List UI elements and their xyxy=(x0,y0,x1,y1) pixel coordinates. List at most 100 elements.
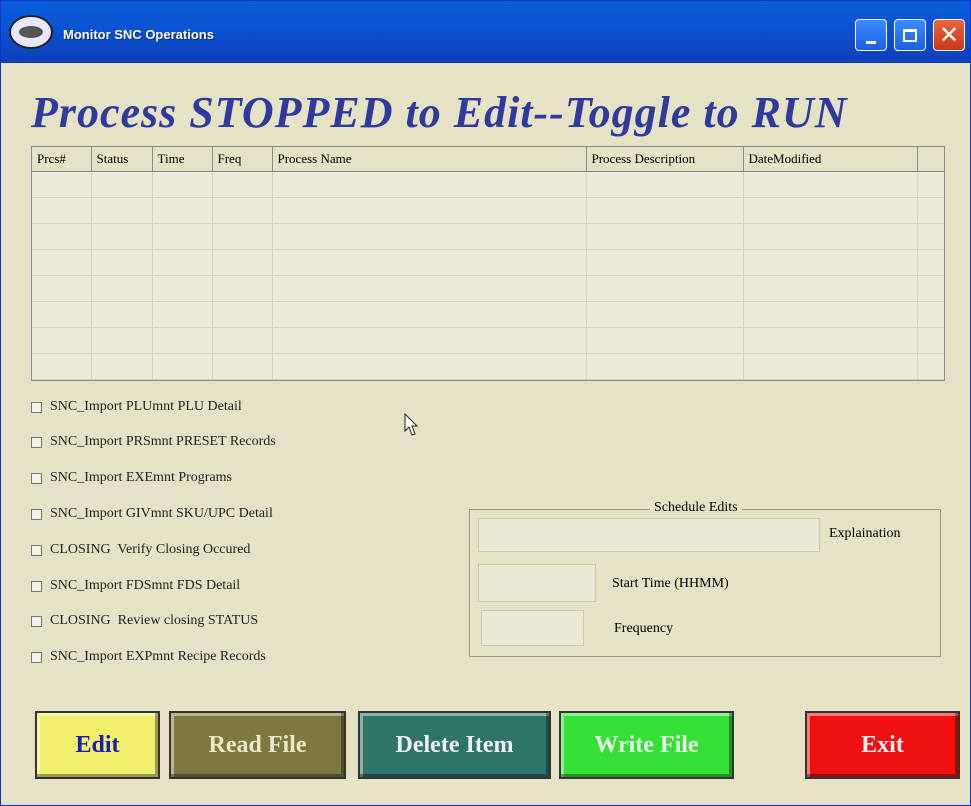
table-cell[interactable] xyxy=(32,301,92,328)
table-cell[interactable] xyxy=(91,379,153,380)
table-cell[interactable] xyxy=(272,353,587,380)
process-table[interactable]: Prcs# Status Time Freq Process Name Proc… xyxy=(31,146,945,381)
table-cell[interactable] xyxy=(743,353,918,380)
table-cell[interactable] xyxy=(212,327,273,354)
table-cell[interactable] xyxy=(586,197,744,224)
table-cell[interactable] xyxy=(917,197,944,224)
table-cell[interactable] xyxy=(272,223,587,250)
table-cell[interactable] xyxy=(32,249,92,276)
column-header[interactable]: Freq xyxy=(212,147,273,172)
table-cell[interactable] xyxy=(743,327,918,354)
process-checkbox-row[interactable]: SNC_Import PLUmnt PLU Detail xyxy=(31,396,242,418)
process-checkbox-row[interactable]: SNC_Import FDSmnt FDS Detail xyxy=(31,575,240,597)
table-cell[interactable] xyxy=(32,197,92,224)
table-cell[interactable] xyxy=(32,327,92,354)
table-cell[interactable] xyxy=(212,249,273,276)
process-checkbox-row[interactable]: CLOSING Review closing STATUS xyxy=(31,610,258,632)
table-cell[interactable] xyxy=(743,301,918,328)
table-cell[interactable] xyxy=(212,171,273,198)
table-row[interactable] xyxy=(32,197,944,224)
table-cell[interactable] xyxy=(586,301,744,328)
table-cell[interactable] xyxy=(272,327,587,354)
table-row[interactable] xyxy=(32,327,944,354)
table-cell[interactable] xyxy=(586,275,744,302)
table-cell[interactable] xyxy=(32,275,92,302)
table-cell[interactable] xyxy=(212,301,273,328)
table-cell[interactable] xyxy=(586,223,744,250)
column-header[interactable]: Process Name xyxy=(272,147,587,172)
column-header[interactable]: DateModified xyxy=(743,147,918,172)
table-cell[interactable] xyxy=(917,327,944,354)
table-cell[interactable] xyxy=(917,249,944,276)
table-cell[interactable] xyxy=(152,301,213,328)
table-cell[interactable] xyxy=(152,353,213,380)
table-row[interactable] xyxy=(32,301,944,328)
table-cell[interactable] xyxy=(152,197,213,224)
minimize-button[interactable] xyxy=(855,19,887,51)
table-cell[interactable] xyxy=(152,171,213,198)
table-cell[interactable] xyxy=(743,249,918,276)
table-cell[interactable] xyxy=(152,275,213,302)
table-cell[interactable] xyxy=(586,171,744,198)
checkbox[interactable] xyxy=(31,651,42,663)
maximize-button[interactable] xyxy=(894,19,926,51)
table-cell[interactable] xyxy=(272,171,587,198)
table-cell[interactable] xyxy=(917,223,944,250)
checkbox[interactable] xyxy=(31,580,42,592)
checkbox[interactable] xyxy=(31,401,42,413)
table-cell[interactable] xyxy=(743,197,918,224)
close-button[interactable]: ✕ xyxy=(933,19,965,51)
checkbox[interactable] xyxy=(31,436,42,448)
table-cell[interactable] xyxy=(91,301,153,328)
table-cell[interactable] xyxy=(32,353,92,380)
table-cell[interactable] xyxy=(212,353,273,380)
checkbox[interactable] xyxy=(31,615,42,627)
table-row[interactable] xyxy=(32,353,944,380)
exit-button[interactable]: Exit xyxy=(805,711,960,779)
process-checkbox-row[interactable]: SNC_Import PRSmnt PRESET Records xyxy=(31,431,276,453)
delete-item-button[interactable]: Delete Item xyxy=(358,711,551,779)
process-checkbox-row[interactable]: SNC_Import EXPmnt Recipe Records xyxy=(31,646,266,668)
table-cell[interactable] xyxy=(91,353,153,380)
table-cell[interactable] xyxy=(917,353,944,380)
edit-button[interactable]: Edit xyxy=(35,711,160,779)
column-header[interactable]: Time xyxy=(152,147,213,172)
table-cell[interactable] xyxy=(91,249,153,276)
checkbox[interactable] xyxy=(31,472,42,484)
table-row[interactable] xyxy=(32,171,944,198)
frequency-input[interactable] xyxy=(481,610,584,646)
table-row[interactable] xyxy=(32,379,944,380)
checkbox[interactable] xyxy=(31,508,42,520)
checkbox[interactable] xyxy=(31,544,42,556)
table-cell[interactable] xyxy=(212,379,273,380)
read-file-button[interactable]: Read File xyxy=(169,711,346,779)
table-cell[interactable] xyxy=(91,223,153,250)
title-bar[interactable]: Monitor SNC Operations ✕ xyxy=(1,1,970,63)
table-cell[interactable] xyxy=(32,379,92,380)
table-cell[interactable] xyxy=(152,379,213,380)
table-cell[interactable] xyxy=(212,223,273,250)
process-checkbox-row[interactable]: CLOSING Verify Closing Occured xyxy=(31,539,250,561)
table-cell[interactable] xyxy=(917,301,944,328)
write-file-button[interactable]: Write File xyxy=(559,711,734,779)
table-cell[interactable] xyxy=(272,379,587,380)
table-row[interactable] xyxy=(32,249,944,276)
table-cell[interactable] xyxy=(91,275,153,302)
explanation-input[interactable] xyxy=(478,518,820,552)
table-cell[interactable] xyxy=(586,249,744,276)
table-cell[interactable] xyxy=(272,275,587,302)
table-row[interactable] xyxy=(32,223,944,250)
table-cell[interactable] xyxy=(743,223,918,250)
column-header[interactable]: Prcs# xyxy=(32,147,92,172)
table-cell[interactable] xyxy=(743,275,918,302)
table-cell[interactable] xyxy=(917,379,944,380)
column-header[interactable] xyxy=(917,147,944,172)
table-cell[interactable] xyxy=(152,249,213,276)
table-cell[interactable] xyxy=(32,171,92,198)
table-cell[interactable] xyxy=(91,197,153,224)
start-time-input[interactable] xyxy=(478,564,596,602)
column-header[interactable]: Process Description xyxy=(586,147,744,172)
table-cell[interactable] xyxy=(743,171,918,198)
table-cell[interactable] xyxy=(91,327,153,354)
table-cell[interactable] xyxy=(152,223,213,250)
